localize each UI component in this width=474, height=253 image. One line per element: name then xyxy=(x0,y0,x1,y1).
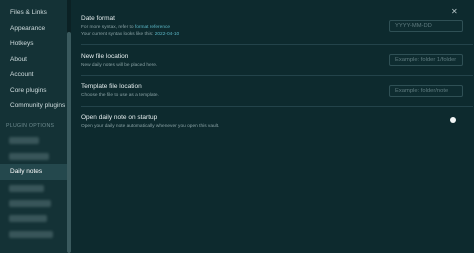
sidebar-item-daily-notes[interactable]: Daily notes xyxy=(0,164,67,180)
syntax-preview: Your current syntax looks like this: 202… xyxy=(81,32,180,37)
blurred-sidebar-item[interactable] xyxy=(9,200,51,207)
sidebar-item-appearance[interactable]: Appearance xyxy=(10,25,45,32)
new-file-location-input[interactable]: Example: folder 1/folder xyxy=(389,54,463,66)
sidebar-item-about[interactable]: About xyxy=(10,56,27,63)
sidebar-item-files-links[interactable]: Files & Links xyxy=(10,9,47,16)
plugin-options-heading: PLUGIN OPTIONS xyxy=(6,123,55,129)
setting-title: Open daily note on startup xyxy=(81,114,158,121)
input-placeholder: Example: folder 1/folder xyxy=(395,57,457,63)
divider xyxy=(81,44,473,45)
sidebar-item-core-plugins[interactable]: Core plugins xyxy=(10,87,47,94)
blurred-sidebar-item[interactable] xyxy=(9,231,53,238)
blurred-sidebar-item[interactable] xyxy=(9,215,47,222)
setting-description: Open your daily note automatically whene… xyxy=(81,124,220,129)
input-placeholder: Example: folder/note xyxy=(395,88,449,94)
input-placeholder: YYYY-MM-DD xyxy=(395,23,432,29)
date-format-input[interactable]: YYYY-MM-DD xyxy=(389,20,463,32)
format-reference-link[interactable]: format reference xyxy=(135,25,170,30)
sidebar-item-community-plugins[interactable]: Community plugins xyxy=(10,102,65,109)
settings-content: ✕ Date format For more syntax, refer to … xyxy=(71,0,474,253)
divider xyxy=(81,75,473,76)
blurred-sidebar-item[interactable] xyxy=(9,153,49,160)
template-file-location-input[interactable]: Example: folder/note xyxy=(389,85,463,97)
sidebar-item-label: Daily notes xyxy=(10,168,43,175)
open-on-startup-toggle[interactable] xyxy=(450,117,456,123)
blurred-sidebar-item[interactable] xyxy=(9,137,39,144)
setting-open-on-startup: Open daily note on startup Open your dai… xyxy=(81,114,461,129)
settings-sidebar: Files & Links Appearance Hotkeys About A… xyxy=(0,0,67,253)
sidebar-item-hotkeys[interactable]: Hotkeys xyxy=(10,40,33,47)
syntax-preview-value: 2022-04-10 xyxy=(154,32,180,37)
blurred-sidebar-item[interactable] xyxy=(9,185,44,192)
sidebar-item-account[interactable]: Account xyxy=(10,71,34,78)
divider xyxy=(81,106,473,107)
